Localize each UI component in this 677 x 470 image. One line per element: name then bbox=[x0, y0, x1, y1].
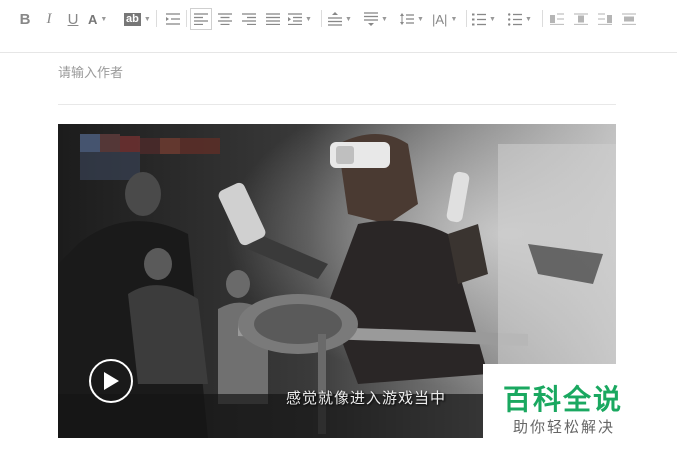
play-icon bbox=[104, 372, 119, 390]
font-color-label: A bbox=[88, 11, 98, 27]
toolbar-divider bbox=[186, 10, 187, 27]
unordered-list-icon bbox=[508, 12, 522, 26]
chevron-down-icon: ▼ bbox=[489, 15, 496, 23]
image-center-icon[interactable] bbox=[620, 8, 638, 30]
video-subtitle: 感觉就像进入游戏当中 bbox=[286, 389, 447, 407]
indent-menu-icon bbox=[288, 13, 302, 25]
toolbar-divider bbox=[156, 10, 157, 27]
chevron-down-icon: ▼ bbox=[525, 15, 532, 23]
watermark-subtitle: 助你轻松解决 bbox=[513, 418, 616, 436]
line-height-icon bbox=[400, 13, 414, 25]
toolbar-divider bbox=[542, 10, 543, 27]
space-after-dropdown[interactable]: ▼ bbox=[364, 8, 388, 30]
watermark: 百科全说 助你轻松解决 bbox=[483, 364, 655, 444]
editor-toolbar: B I U A ▼ ab ▼ ▼ ▼ ▼ ▼ |A| ▼ ▼ ▼ bbox=[0, 0, 677, 53]
unordered-list-dropdown[interactable]: ▼ bbox=[508, 8, 532, 30]
toolbar-divider bbox=[466, 10, 467, 27]
indent-dropdown[interactable]: ▼ bbox=[288, 8, 312, 30]
align-right-icon[interactable] bbox=[240, 8, 258, 30]
align-justify-icon[interactable] bbox=[264, 8, 282, 30]
align-left-icon[interactable] bbox=[190, 8, 212, 30]
chevron-down-icon: ▼ bbox=[100, 15, 108, 23]
font-color-button[interactable]: A ▼ bbox=[88, 8, 107, 30]
chevron-down-icon: ▼ bbox=[305, 15, 312, 23]
chevron-down-icon: ▼ bbox=[381, 15, 388, 23]
author-divider bbox=[58, 104, 616, 105]
paragraph-spacing-after-icon bbox=[364, 12, 378, 26]
bold-button[interactable]: B bbox=[16, 8, 34, 30]
letter-spacing-dropdown[interactable]: |A| ▼ bbox=[432, 8, 457, 30]
paragraph-spacing-before-icon bbox=[328, 12, 342, 26]
chevron-down-icon: ▼ bbox=[417, 15, 424, 23]
image-float-right-icon[interactable] bbox=[596, 8, 614, 30]
chevron-down-icon: ▼ bbox=[450, 15, 458, 23]
chevron-down-icon: ▼ bbox=[345, 15, 352, 23]
image-inline-icon[interactable] bbox=[572, 8, 590, 30]
play-button[interactable] bbox=[89, 359, 133, 403]
ordered-list-icon bbox=[472, 13, 486, 25]
italic-button[interactable]: I bbox=[40, 8, 58, 30]
letter-spacing-label: |A| bbox=[432, 11, 448, 27]
author-input[interactable]: 请输入作者 bbox=[58, 62, 123, 81]
highlight-button[interactable]: ab ▼ bbox=[124, 8, 151, 30]
watermark-title: 百科全说 bbox=[503, 383, 624, 416]
ordered-list-dropdown[interactable]: ▼ bbox=[472, 8, 496, 30]
highlight-label: ab bbox=[124, 12, 141, 26]
toolbar-divider bbox=[321, 10, 322, 27]
indent-icon[interactable] bbox=[164, 8, 182, 30]
chevron-down-icon: ▼ bbox=[143, 15, 151, 23]
align-center-icon[interactable] bbox=[216, 8, 234, 30]
underline-button[interactable]: U bbox=[64, 8, 82, 30]
image-float-left-icon[interactable] bbox=[548, 8, 566, 30]
line-height-dropdown[interactable]: ▼ bbox=[400, 8, 424, 30]
space-before-dropdown[interactable]: ▼ bbox=[328, 8, 352, 30]
